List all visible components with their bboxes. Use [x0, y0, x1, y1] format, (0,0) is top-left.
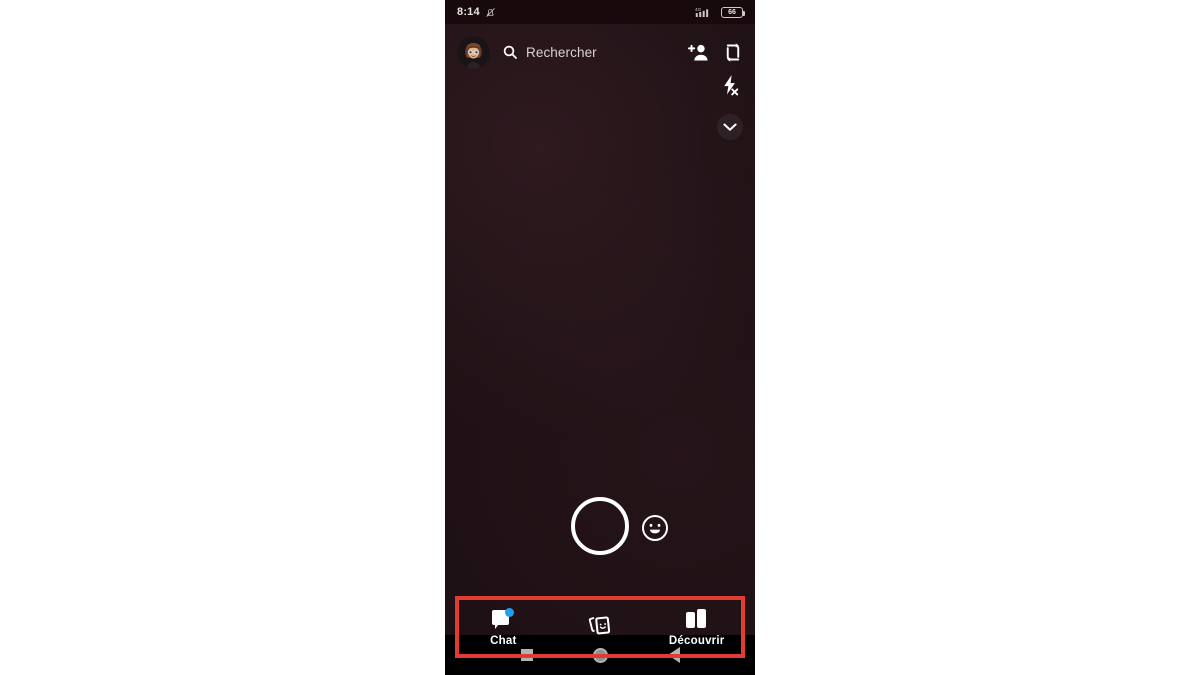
flip-camera-icon[interactable] — [723, 42, 743, 63]
shutter-button[interactable] — [571, 497, 629, 555]
lens-smiley-icon[interactable] — [642, 515, 668, 541]
battery-icon: 66 — [721, 6, 745, 18]
status-bar: 8:14 4G 66 — [445, 0, 755, 24]
flash-off-glyph — [724, 75, 739, 96]
svg-text:4G: 4G — [695, 7, 702, 12]
search-placeholder: Rechercher — [526, 44, 597, 60]
battery-level: 66 — [728, 8, 736, 16]
status-time: 8:14 — [457, 6, 480, 18]
chevron-down-glyph — [723, 123, 737, 131]
chat-unread-badge — [505, 607, 515, 617]
chat-bubble-icon — [490, 607, 516, 632]
nav-label-chat: Chat — [490, 634, 517, 647]
camera-right-rail — [717, 72, 743, 140]
discover-bar-right — [696, 608, 706, 628]
stories-cards-icon — [587, 614, 613, 638]
status-bar-left: 8:14 — [457, 6, 496, 18]
stories-cards-glyph — [588, 615, 611, 634]
flip-camera-glyph — [726, 42, 740, 62]
bell-mute-icon — [486, 7, 495, 17]
screenshot-canvas: 8:14 4G 66 Rechercher Chat Découvrir — [0, 0, 1200, 675]
app-bar-actions — [687, 42, 743, 63]
add-friend-glyph — [688, 44, 708, 61]
bitmoji-avatar[interactable] — [457, 35, 490, 69]
avatar-illustration — [457, 35, 490, 69]
nav-item-discover[interactable]: Découvrir — [648, 596, 745, 658]
flash-off-icon[interactable] — [717, 72, 743, 98]
phone-device: 8:14 4G 66 Rechercher Chat Découvrir — [445, 0, 755, 675]
discover-bar-left — [685, 611, 695, 628]
nav-label-discover: Découvrir — [668, 634, 725, 647]
nav-item-stories[interactable] — [552, 596, 649, 658]
search-icon — [503, 45, 517, 59]
signal-bars-icon: 4G — [695, 7, 709, 17]
add-friend-icon[interactable] — [687, 42, 709, 62]
search-input[interactable]: Rechercher — [502, 37, 687, 67]
chevron-down-icon[interactable] — [717, 114, 743, 140]
camera-viewport[interactable]: Rechercher Chat Découvrir — [445, 24, 755, 658]
status-bar-right: 4G 66 — [695, 6, 745, 18]
bottom-nav: Chat Découvrir — [455, 596, 745, 658]
camera-controls — [445, 493, 755, 559]
discover-icon — [684, 608, 710, 632]
app-bar: Rechercher — [445, 32, 755, 72]
lens-smiley-glyph — [649, 523, 661, 534]
nav-item-chat[interactable]: Chat — [455, 596, 552, 658]
